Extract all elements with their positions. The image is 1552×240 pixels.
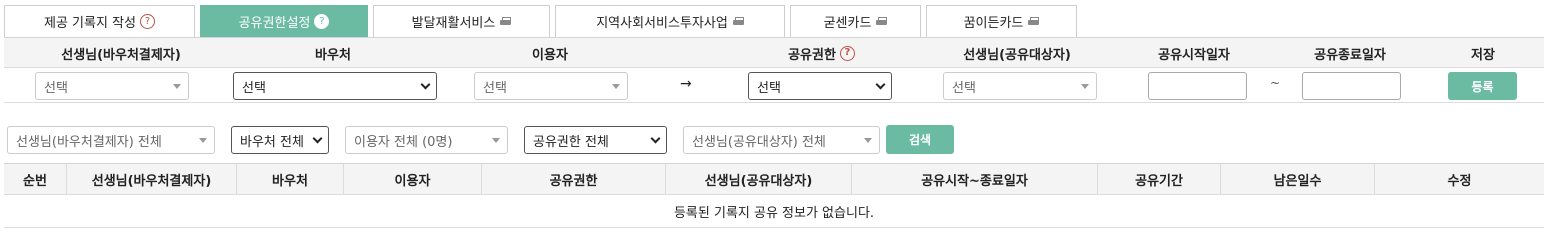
target-teacher-select[interactable]: 선택	[943, 72, 1097, 100]
header-end-date: 공유종료일자	[1314, 47, 1386, 63]
header-user: 이용자	[532, 47, 568, 63]
tab-label: 제공 기록지 작성	[44, 16, 136, 31]
tab-label: 발달재활서비스	[411, 16, 496, 31]
chevron-down-icon	[492, 138, 500, 143]
share-list-header: 순번 선생님(바우처결제자) 바우처 이용자 공유권한 선생님(공유대상자) 공…	[4, 163, 1544, 195]
tab-record-write[interactable]: 제공 기록지 작성 ?	[4, 5, 195, 37]
tab-gutsen-card[interactable]: 굳센카드	[790, 5, 921, 37]
header-payer-teacher: 선생님(바우처결제자)	[61, 47, 181, 63]
column-header: 공유시작~종료일자	[851, 164, 1097, 195]
tab-label: 공유권한설정	[238, 16, 311, 31]
user-value: 선택	[483, 80, 507, 96]
target-teacher-value: 선택	[952, 80, 976, 96]
header-start-date: 공유시작일자	[1158, 47, 1230, 63]
tab-bar: 제공 기록지 작성 ? 공유권한설정 ? 발달재활서비스 지역사회서비스투자사업…	[4, 5, 1082, 37]
voucher-select[interactable]: 선택	[233, 72, 437, 100]
end-date-input[interactable]	[1302, 72, 1401, 100]
header-save: 저장	[1471, 47, 1495, 63]
tab-label: 지역사회서비스투자사업	[596, 16, 728, 31]
chevron-down-icon	[875, 79, 886, 90]
tab-label: 굳센카드	[823, 16, 872, 31]
filter-voucher-value: 바우처 전체	[240, 134, 304, 150]
column-header: 이용자	[343, 164, 481, 195]
column-header: 공유기간	[1097, 164, 1220, 195]
filter-voucher-select[interactable]: 바우처 전체	[231, 126, 329, 154]
tab-label: 꿈이든카드	[963, 16, 1024, 31]
filter-permission-value: 공유권한 전체	[533, 134, 609, 150]
tab-dream-card[interactable]: 꿈이든카드	[926, 5, 1077, 37]
payer-teacher-select[interactable]: 선택	[35, 72, 189, 100]
chevron-down-icon	[420, 79, 431, 90]
column-header: 공유권한	[481, 164, 665, 195]
arrow-icon: →	[680, 76, 692, 92]
column-header: 선생님(공유대상자)	[665, 164, 851, 195]
payer-teacher-value: 선택	[44, 80, 68, 96]
printer-icon[interactable]	[876, 17, 888, 26]
column-header: 선생님(바우처결제자)	[66, 164, 236, 195]
filter-target-teacher-value: 선생님(공유대상자) 전체	[692, 134, 826, 150]
printer-icon[interactable]	[732, 17, 744, 26]
date-range-separator: ~	[1270, 76, 1281, 90]
filter-target-teacher-select[interactable]: 선생님(공유대상자) 전체	[683, 126, 880, 154]
chevron-down-icon	[173, 84, 181, 89]
user-select[interactable]: 선택	[474, 72, 628, 100]
form-input-row: 선택 선택 선택 → 선택 선택 ~ 등록	[4, 68, 1544, 103]
filter-user-value: 이용자 전체 (0명)	[354, 134, 453, 150]
header-target-teacher: 선생님(공유대상자)	[963, 47, 1071, 63]
chevron-down-icon	[312, 133, 323, 144]
tab-developmental-rehab[interactable]: 발달재활서비스	[373, 5, 550, 37]
search-filter-row: 선생님(바우처결제자) 전체 바우처 전체 이용자 전체 (0명) 공유권한 전…	[0, 124, 1552, 154]
permission-value: 선택	[757, 80, 781, 96]
form-header-row: 선생님(바우처결제자) 바우처 이용자 공유권한 ? 선생님(공유대상자) 공유…	[4, 37, 1544, 68]
chevron-down-icon	[612, 84, 620, 89]
permission-select[interactable]: 선택	[748, 72, 892, 100]
printer-icon[interactable]	[500, 17, 512, 26]
filter-user-select[interactable]: 이용자 전체 (0명)	[345, 126, 508, 154]
column-header: 바우처	[236, 164, 343, 195]
column-header: 순번	[23, 174, 47, 189]
header-permission: 공유권한 ?	[749, 38, 894, 68]
chevron-down-icon	[1081, 84, 1089, 89]
help-icon[interactable]: ?	[140, 14, 155, 29]
empty-list-message: 등록된 기록지 공유 정보가 없습니다.	[4, 196, 1544, 228]
printer-icon[interactable]	[1028, 17, 1040, 26]
filter-permission-select[interactable]: 공유권한 전체	[524, 126, 667, 154]
tab-community-service[interactable]: 지역사회서비스투자사업	[555, 5, 785, 37]
header-voucher: 바우처	[315, 47, 351, 63]
tab-share-permission[interactable]: 공유권한설정 ?	[200, 5, 368, 37]
chevron-down-icon	[199, 138, 207, 143]
help-icon[interactable]: ?	[314, 14, 330, 29]
chevron-down-icon	[864, 138, 872, 143]
start-date-input[interactable]	[1148, 72, 1247, 100]
search-button[interactable]: 검색	[886, 125, 954, 154]
help-icon[interactable]: ?	[839, 45, 855, 61]
column-header: 남은일수	[1220, 164, 1374, 195]
chevron-down-icon	[650, 133, 661, 144]
column-header: 수정	[1374, 164, 1544, 195]
filter-payer-teacher-select[interactable]: 선생님(바우처결제자) 전체	[7, 126, 215, 154]
header-permission-label: 공유권한	[788, 47, 836, 63]
filter-payer-teacher-value: 선생님(바우처결제자) 전체	[16, 134, 162, 150]
register-button[interactable]: 등록	[1448, 72, 1517, 100]
voucher-value: 선택	[242, 80, 266, 96]
